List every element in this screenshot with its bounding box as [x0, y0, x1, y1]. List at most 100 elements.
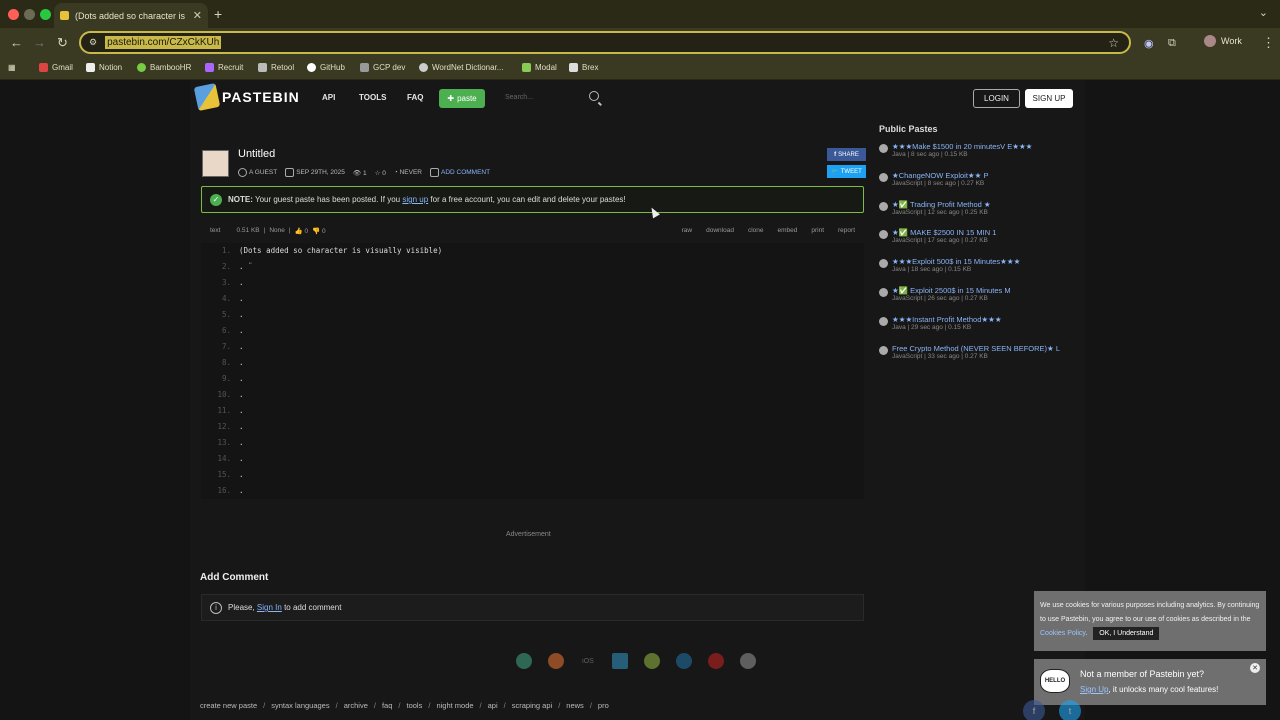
code-line[interactable]: . [239, 323, 442, 339]
cookies-policy-link[interactable]: Cookies Policy [1040, 630, 1085, 637]
sign-in-link[interactable]: Sign In [257, 603, 282, 612]
footer-archive[interactable]: archive [344, 701, 368, 710]
public-paste-name[interactable]: ★★★Make $1500 in 20 minutesV E★★★ [892, 142, 1069, 151]
footer-night-mode[interactable]: night mode [436, 701, 473, 710]
download-link[interactable]: download [706, 227, 734, 234]
footer-news[interactable]: news [566, 701, 584, 710]
member-signup-link[interactable]: Sign Up [1080, 685, 1108, 694]
bookmark-bamboohr[interactable]: BambooHR [137, 63, 191, 72]
tab-search-icon[interactable]: ⌄ [1259, 6, 1268, 19]
ios-app-icon[interactable]: iOS [580, 653, 596, 669]
code-line[interactable]: . [239, 467, 442, 483]
public-paste-name[interactable]: ★✅ Trading Profit Method ★ [892, 200, 1069, 209]
code-line[interactable]: . [239, 291, 442, 307]
nav-tools[interactable]: TOOLS [359, 93, 386, 102]
bookmark-modal[interactable]: Modal [522, 63, 557, 72]
maximize-window-button[interactable] [40, 9, 51, 20]
public-paste-item[interactable]: ★★★Instant Profit Method★★★ Java | 29 sec… [879, 315, 1069, 344]
close-window-button[interactable] [8, 9, 19, 20]
browser-tab[interactable]: (Dots added so character is ... ✕ [54, 3, 208, 28]
twitter-icon[interactable]: t [1059, 700, 1081, 720]
windows-app-icon[interactable] [612, 653, 628, 669]
print-link[interactable]: print [811, 227, 824, 234]
browser-menu-icon[interactable]: ⋮ [1262, 35, 1275, 51]
login-button[interactable]: LOGIN [973, 89, 1020, 108]
code-line[interactable]: . [239, 355, 442, 371]
notice-signup-link[interactable]: sign up [402, 195, 428, 204]
clone-link[interactable]: clone [748, 227, 764, 234]
bookmark-gcp-dev[interactable]: GCP dev [360, 63, 405, 72]
bookmark-gmail[interactable]: Gmail [39, 63, 73, 72]
public-paste-item[interactable]: ★✅ Exploit 2500$ in 15 Minutes M JavaScri… [879, 286, 1069, 315]
paste-stars[interactable]: ☆ 0 [375, 169, 386, 177]
site-info-icon[interactable]: ⚙ [89, 37, 97, 48]
search-icon[interactable] [589, 91, 599, 101]
raw-link[interactable]: raw [682, 227, 692, 234]
site-logo-text[interactable]: PASTEBIN [222, 89, 300, 105]
reload-icon[interactable]: ↻ [57, 35, 68, 51]
bookmark-notion[interactable]: Notion [86, 63, 122, 72]
tab-close-icon[interactable]: ✕ [193, 9, 202, 22]
public-paste-item[interactable]: Free Crypto Method (NEVER SEEN BEFORE)★ … [879, 344, 1069, 373]
syntax-label[interactable]: text [210, 227, 220, 235]
close-icon[interactable]: ✕ [1250, 663, 1260, 673]
address-bar[interactable]: ⚙ pastebin.com/CZxCkKUh ☆ [79, 31, 1131, 54]
embed-link[interactable]: embed [777, 227, 797, 234]
footer-pro[interactable]: pro [598, 701, 609, 710]
code-line[interactable]: . [239, 371, 442, 387]
facebook-share-button[interactable]: f SHARE [827, 148, 866, 161]
public-paste-name[interactable]: Free Crypto Method (NEVER SEEN BEFORE)★ … [892, 344, 1069, 353]
back-icon[interactable]: ← [10, 35, 23, 50]
edge-extension-icon[interactable] [676, 653, 692, 669]
firefox-extension-icon[interactable] [548, 653, 564, 669]
public-paste-name[interactable]: ★★★Exploit 500$ in 15 Minutes★★★ [892, 257, 1069, 266]
nav-faq[interactable]: FAQ [407, 93, 423, 102]
bookmark-star-icon[interactable]: ☆ [1108, 36, 1119, 50]
public-paste-item[interactable]: ★✅ MAKE $2500 IN 15 MIN 1 JavaScript | 17… [879, 228, 1069, 257]
like-button[interactable]: 👍 0 [295, 227, 309, 235]
code-viewer[interactable]: 1. 2. 3. 4. 5. 6. 7. 8. 9. 10. 11. 12. 13. 14. 15. 16. … [201, 243, 864, 499]
public-paste-name[interactable]: ★✅ MAKE $2500 IN 15 MIN 1 [892, 228, 1069, 237]
footer-syntax-languages[interactable]: syntax languages [271, 701, 329, 710]
forward-icon[interactable]: → [33, 35, 46, 50]
add-comment-link[interactable]: ADD COMMENT [429, 168, 490, 177]
apps-grid-icon[interactable]: ▦ [8, 63, 16, 72]
code-line[interactable]: . [239, 403, 442, 419]
cookie-accept-button[interactable]: OK, I Understand [1093, 627, 1160, 640]
public-paste-name[interactable]: ★★★Instant Profit Method★★★ [892, 315, 1069, 324]
minimize-window-button[interactable] [24, 9, 35, 20]
opera-extension-icon[interactable] [708, 653, 724, 669]
code-line[interactable]: . [239, 483, 442, 499]
report-link[interactable]: report [838, 227, 855, 234]
chrome-extension-icon[interactable] [516, 653, 532, 669]
public-paste-item[interactable]: ★✅ Trading Profit Method ★ JavaScript | 1… [879, 200, 1069, 229]
bookmark-brex[interactable]: Brex [569, 63, 598, 72]
signup-button[interactable]: SIGN UP [1025, 89, 1073, 108]
bookmark-github[interactable]: GitHub [307, 63, 345, 72]
profile-button[interactable]: Work [1204, 35, 1242, 47]
nav-api[interactable]: API [322, 93, 335, 102]
bookmark-retool[interactable]: Retool [258, 63, 294, 72]
code-line[interactable]: . [239, 275, 442, 291]
public-paste-name[interactable]: ★✅ Exploit 2500$ in 15 Minutes M [892, 286, 1069, 295]
url-text[interactable]: pastebin.com/CZxCkKUh [105, 36, 222, 49]
footer-scraping-api[interactable]: scraping api [512, 701, 552, 710]
safari-extension-icon[interactable] [740, 653, 756, 669]
code-line[interactable]: . [239, 307, 442, 323]
footer-create-new-paste[interactable]: create new paste [200, 701, 257, 710]
facebook-icon[interactable]: f [1023, 700, 1045, 720]
bookmark-recruit[interactable]: Recruit [205, 63, 243, 72]
android-app-icon[interactable] [644, 653, 660, 669]
footer-faq[interactable]: faq [382, 701, 392, 710]
extensions-puzzle-icon[interactable]: ⧉ [1168, 37, 1176, 50]
public-paste-item[interactable]: ★ChangeNOW Exploit★★ P JavaScript | 8 sec… [879, 171, 1069, 200]
code-line[interactable]: (Dots added so character is visually vis… [239, 243, 442, 259]
code-line[interactable]: . ̈ [239, 259, 442, 275]
code-line[interactable]: . [239, 451, 442, 467]
new-tab-button[interactable]: + [214, 6, 222, 22]
public-paste-name[interactable]: ★ChangeNOW Exploit★★ P [892, 171, 1069, 180]
pastebin-logo-icon[interactable] [193, 82, 221, 112]
code-line[interactable]: . [239, 387, 442, 403]
new-paste-button[interactable]: ✚ paste [439, 89, 485, 108]
bookmark-wordnet[interactable]: WordNet Dictionar... [419, 63, 503, 72]
